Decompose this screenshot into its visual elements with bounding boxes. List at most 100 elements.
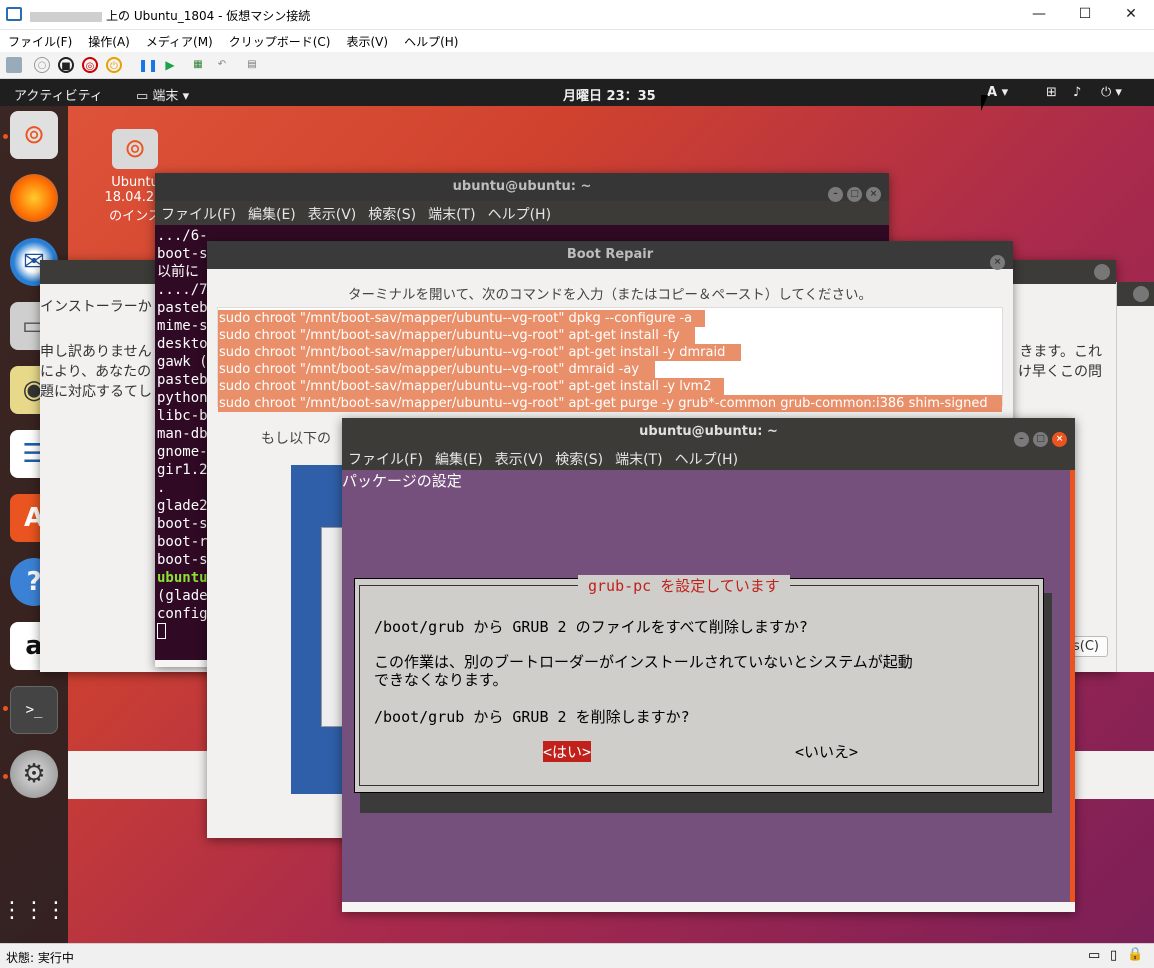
save-state-icon[interactable]: ⏻ bbox=[106, 57, 122, 73]
terminal2-output[interactable]: パッケージの設定 grub-pc を設定しています /boot/grub から … bbox=[342, 470, 1075, 902]
power-menu-icon[interactable]: ⏻ ▾ bbox=[1101, 85, 1122, 100]
installer-text-right: きます。これ け早くこの問 bbox=[1018, 344, 1102, 380]
terminal1-titlebar: ubuntu@ubuntu: ~ – □ × bbox=[155, 173, 889, 202]
command-line: sudo chroot "/mnt/boot-sav/mapper/ubuntu… bbox=[218, 395, 1002, 412]
minimize-button[interactable]: — bbox=[1016, 0, 1062, 30]
terminal2-window-buttons: – □ × bbox=[1010, 424, 1067, 452]
pause-icon[interactable]: ❚❚ bbox=[138, 57, 158, 73]
install-ubuntu-icon[interactable]: ⊚ bbox=[10, 111, 58, 159]
package-config-header: パッケージの設定 bbox=[342, 472, 462, 490]
ctrl-alt-del-icon[interactable] bbox=[6, 57, 22, 73]
terminal1-window-buttons: – □ × bbox=[824, 179, 881, 207]
terminal-small-icon: ▭ bbox=[136, 89, 153, 104]
term1-menu-edit[interactable]: 編集(E) bbox=[248, 207, 296, 223]
term2-menu-edit[interactable]: 編集(E) bbox=[435, 452, 483, 468]
maximize-button[interactable]: ☐ bbox=[1062, 0, 1108, 30]
running-indicator bbox=[3, 134, 8, 139]
dialog-frame: grub-pc を設定しています /boot/grub から GRUB 2 のフ… bbox=[359, 575, 1039, 786]
dialog-paragraph-2: できなくなります。 bbox=[374, 671, 508, 689]
menu-help[interactable]: ヘルプ(H) bbox=[396, 30, 466, 50]
command-line: sudo chroot "/mnt/boot-sav/mapper/ubuntu… bbox=[218, 361, 655, 378]
edge-close-icon[interactable] bbox=[1133, 286, 1149, 302]
install-drive-icon: ⊚ bbox=[112, 129, 158, 169]
close-icon[interactable]: × bbox=[990, 255, 1005, 270]
lock-icon: 🔒 bbox=[1127, 947, 1144, 962]
grub-pc-dialog: grub-pc を設定しています /boot/grub から GRUB 2 のフ… bbox=[354, 575, 1044, 793]
boot-repair-titlebar: Boot Repair × bbox=[207, 241, 1013, 270]
clock[interactable]: 月曜日 23：35 bbox=[563, 85, 656, 104]
shutdown-icon[interactable]: ◎ bbox=[82, 57, 98, 73]
input-method-indicator[interactable]: A ▾ bbox=[987, 85, 1008, 100]
keyboard-icon: ▭ bbox=[1088, 948, 1101, 963]
minimize-icon[interactable]: – bbox=[1014, 432, 1029, 447]
maximize-icon[interactable]: □ bbox=[1033, 432, 1048, 447]
menu-clipboard[interactable]: クリップボード(C) bbox=[221, 30, 339, 50]
network-icon[interactable]: ⊞ bbox=[1046, 85, 1057, 100]
installer-heading: インストーラーか bbox=[40, 299, 152, 315]
app-menu-terminal[interactable]: ▭ 端末 ▾ bbox=[136, 85, 189, 104]
term2-menu-terminal[interactable]: 端末(T) bbox=[615, 452, 662, 468]
activities-button[interactable]: アクティビティ bbox=[14, 85, 103, 104]
running-indicator bbox=[3, 774, 8, 779]
enhanced-session-icon[interactable]: ▤ bbox=[244, 57, 260, 73]
mouse-cursor-icon bbox=[981, 95, 988, 111]
mouse-icon: ▯ bbox=[1110, 948, 1118, 963]
maximize-icon[interactable]: □ bbox=[847, 187, 862, 202]
terminal2-title: ubuntu@ubuntu: ~ bbox=[639, 424, 778, 439]
vm-screen: アクティビティ ▭ 端末 ▾ 月曜日 23：35 A ▾ ⊞ ♪ ⏻ ▾ ⊚ ✉… bbox=[0, 79, 1154, 943]
close-button[interactable]: ✕ bbox=[1108, 0, 1154, 30]
term1-menu-file[interactable]: ファイル(F) bbox=[161, 207, 236, 223]
command-line: sudo chroot "/mnt/boot-sav/mapper/ubuntu… bbox=[218, 327, 695, 344]
resume-icon[interactable]: ▶ bbox=[162, 57, 178, 73]
boot-repair-icon[interactable]: ⚙ bbox=[10, 750, 58, 798]
term1-menu-search[interactable]: 検索(S) bbox=[368, 207, 416, 223]
term2-menu-search[interactable]: 検索(S) bbox=[555, 452, 603, 468]
boot-repair-title: Boot Repair bbox=[566, 247, 654, 262]
boot-repair-command-box[interactable]: sudo chroot "/mnt/boot-sav/mapper/ubuntu… bbox=[217, 307, 1003, 412]
minimize-icon[interactable]: – bbox=[828, 187, 843, 202]
volume-icon[interactable]: ♪ bbox=[1073, 85, 1081, 100]
term2-menu-help[interactable]: ヘルプ(H) bbox=[675, 452, 738, 468]
no-button[interactable]: <いいえ> bbox=[795, 741, 858, 762]
vm-status: 状態: 実行中 bbox=[6, 951, 74, 965]
revert-icon[interactable]: ↶ bbox=[214, 57, 230, 73]
terminal-scrollbar[interactable] bbox=[1070, 470, 1075, 902]
boot-repair-instruction: ターミナルを開いて、次のコマンドを入力（またはコピー＆ペースト）してください。 bbox=[348, 287, 872, 303]
command-line: sudo chroot "/mnt/boot-sav/mapper/ubuntu… bbox=[218, 310, 705, 327]
boot-repair-partial-text: もし以下の bbox=[261, 431, 331, 447]
term1-menu-terminal[interactable]: 端末(T) bbox=[428, 207, 475, 223]
host-toolbar: ○ ■ ◎ ⏻ ❚❚ ▶ ▦ ↶ ▤ bbox=[0, 52, 1154, 79]
command-line: sudo chroot "/mnt/boot-sav/mapper/ubuntu… bbox=[218, 378, 724, 395]
installer-close-icon[interactable] bbox=[1094, 264, 1110, 280]
term2-menu-file[interactable]: ファイル(F) bbox=[348, 452, 423, 468]
terminal-window-2: ubuntu@ubuntu: ~ – □ × ファイル(F) 編集(E) 表示(V) 検索… bbox=[342, 418, 1075, 912]
host-status-bar: 状態: 実行中 ▭ ▯ 🔒 bbox=[0, 943, 1154, 968]
redacted-hostname bbox=[30, 11, 102, 22]
menu-view[interactable]: 表示(V) bbox=[339, 30, 397, 50]
yes-button[interactable]: <はい> bbox=[543, 741, 592, 762]
command-line: sudo chroot "/mnt/boot-sav/mapper/ubuntu… bbox=[218, 344, 741, 361]
term2-menu-view[interactable]: 表示(V) bbox=[495, 452, 544, 468]
menu-file[interactable]: ファイル(F) bbox=[0, 30, 80, 50]
show-applications-icon[interactable]: ⋮⋮⋮ bbox=[1, 886, 67, 934]
terminal-dock-icon[interactable]: >_ bbox=[10, 686, 58, 734]
dialog-question-1: /boot/grub から GRUB 2 のファイルをすべて削除しますか? bbox=[374, 618, 808, 636]
dialog-question-2: /boot/grub から GRUB 2 を削除しますか? bbox=[374, 708, 690, 726]
checkpoint-icon[interactable]: ▦ bbox=[190, 57, 206, 73]
terminal-cursor bbox=[157, 623, 166, 639]
firefox-icon[interactable] bbox=[10, 174, 58, 222]
dialog-title: grub-pc を設定しています bbox=[578, 575, 790, 596]
term1-menu-view[interactable]: 表示(V) bbox=[308, 207, 357, 223]
menu-action[interactable]: 操作(A) bbox=[80, 30, 138, 50]
menu-media[interactable]: メディア(M) bbox=[138, 30, 221, 50]
host-menu-bar: ファイル(F) 操作(A) メディア(M) クリップボード(C) 表示(V) ヘルプ(H) bbox=[0, 30, 1154, 52]
term1-menu-help[interactable]: ヘルプ(H) bbox=[488, 207, 551, 223]
terminal1-title: ubuntu@ubuntu: ~ bbox=[452, 179, 592, 194]
close-icon[interactable]: × bbox=[1052, 432, 1067, 447]
second-installer-edge bbox=[1116, 282, 1154, 672]
turn-off-icon[interactable]: ■ bbox=[58, 57, 74, 73]
vm-connection-icon bbox=[6, 7, 22, 21]
close-icon[interactable]: × bbox=[866, 187, 881, 202]
start-icon[interactable]: ○ bbox=[34, 57, 50, 73]
terminal2-titlebar: ubuntu@ubuntu: ~ – □ × bbox=[342, 418, 1075, 447]
